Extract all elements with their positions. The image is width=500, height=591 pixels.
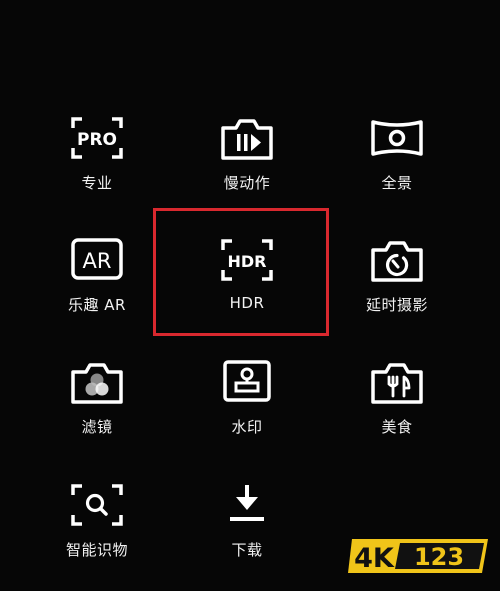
mode-label: 下载 [231,541,263,559]
mode-label: 慢动作 [223,174,271,192]
svg-text:4K: 4K [354,543,395,574]
mode-time-lapse[interactable]: 延时摄影 [332,236,462,346]
mode-label: 专业 [81,174,113,192]
mode-food[interactable]: 美食 [332,358,462,468]
mode-ar[interactable]: AR 乐趣 AR [32,236,162,346]
mode-watermark[interactable]: 水印 [182,358,312,468]
mode-label: 滤镜 [81,418,113,436]
mode-label: 全景 [381,174,413,192]
mode-label: 乐趣 AR [68,296,126,314]
filter-icon [69,358,125,406]
time-lapse-icon [369,236,425,284]
mode-label: 美食 [381,418,413,436]
svg-text:123: 123 [414,543,464,571]
mode-download[interactable]: 下载 [182,481,312,591]
download-icon [219,481,275,529]
ar-icon: AR [69,236,125,284]
pro-icon: PRO [69,114,125,162]
mode-label: 水印 [231,418,263,436]
panorama-icon [369,114,425,162]
slow-motion-icon [219,114,275,162]
svg-text:AR: AR [83,249,112,273]
hdr-highlight-box [153,208,329,336]
mode-panorama[interactable]: 全景 [332,114,462,224]
food-icon [369,358,425,406]
svg-text:PRO: PRO [77,130,117,150]
mode-label: 延时摄影 [365,296,428,314]
site-watermark-logo: 4K 123 [348,535,494,577]
object-recognition-icon [69,481,125,529]
mode-object-recognition[interactable]: 智能识物 [32,481,162,591]
watermark-icon [219,358,275,406]
mode-pro[interactable]: PRO 专业 [32,114,162,224]
mode-filter[interactable]: 滤镜 [32,358,162,468]
mode-label: 智能识物 [65,541,128,559]
